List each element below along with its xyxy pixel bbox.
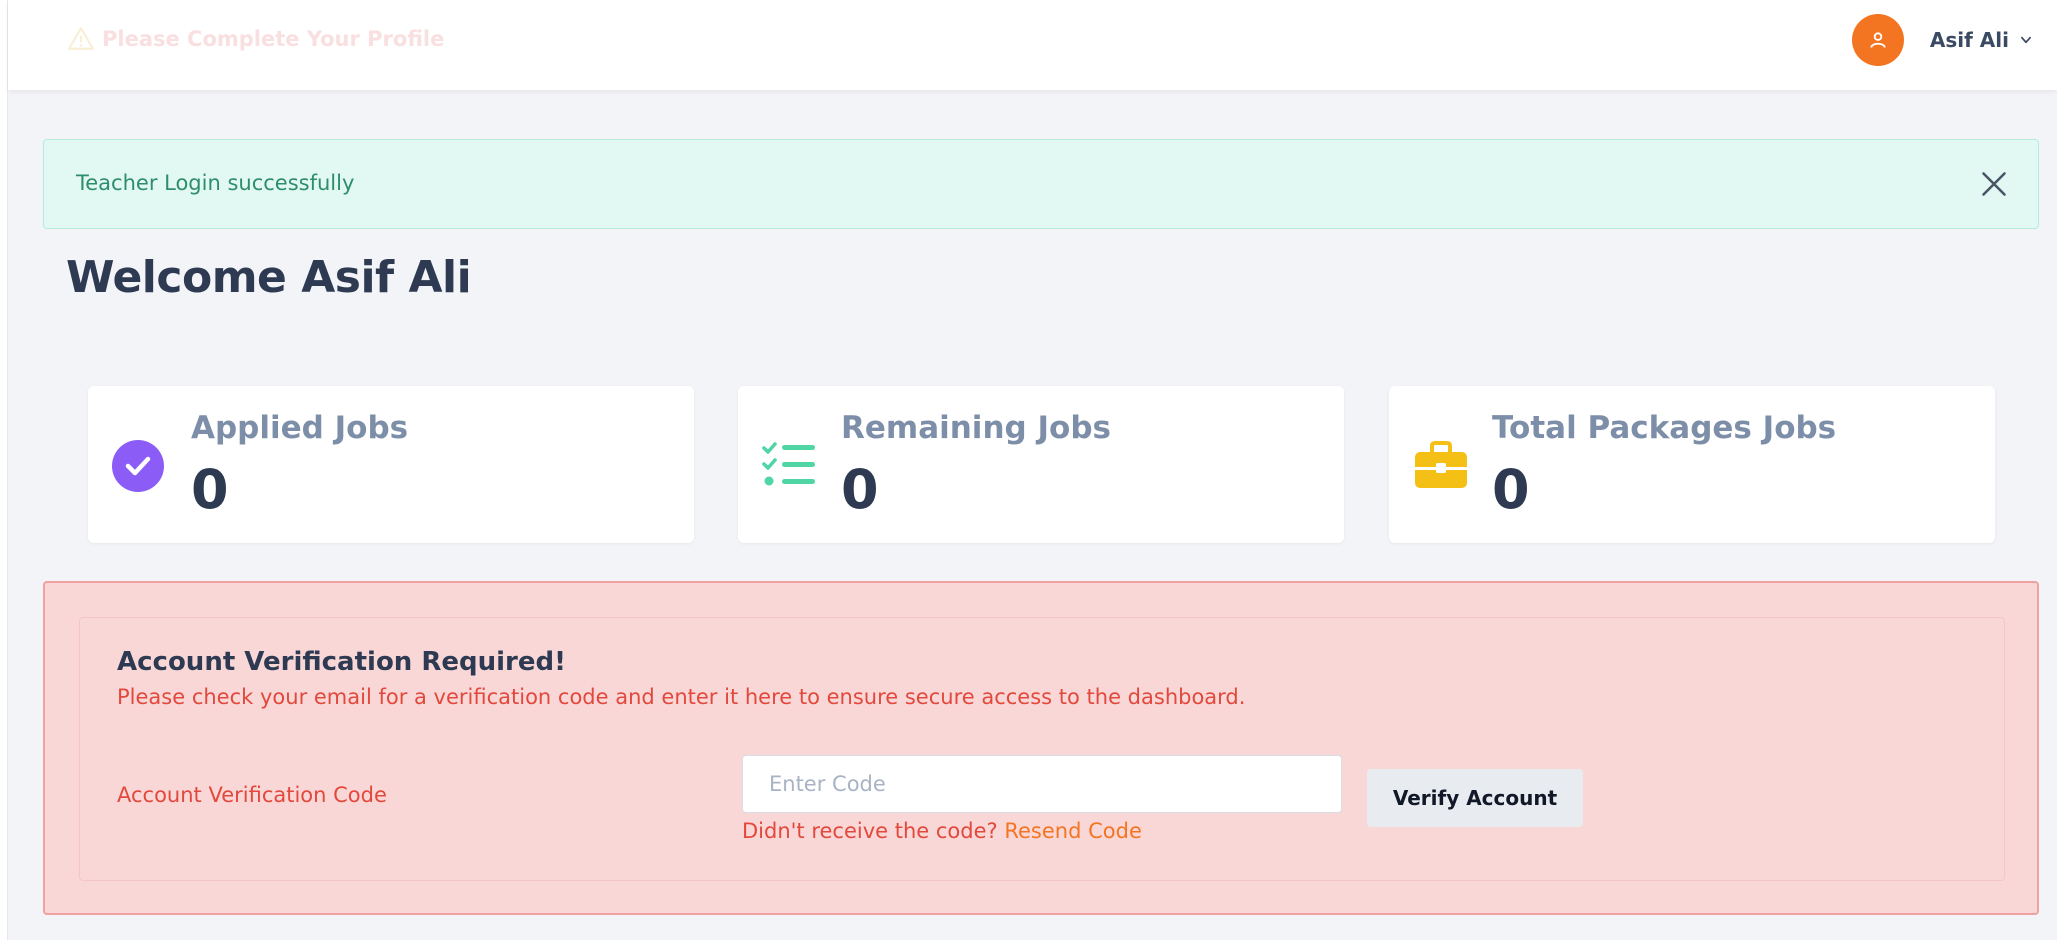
close-icon[interactable] bbox=[1980, 170, 2008, 198]
verification-code-label: Account Verification Code bbox=[117, 783, 387, 807]
check-circle-icon bbox=[112, 440, 164, 492]
verification-title: Account Verification Required! bbox=[117, 647, 566, 677]
account-verification-panel: Account Verification Required! Please ch… bbox=[43, 581, 2039, 915]
sidebar-edge bbox=[0, 0, 8, 940]
resend-code-link[interactable]: Resend Code bbox=[1004, 819, 1142, 843]
stat-card-remaining-jobs: Remaining Jobs 0 bbox=[738, 386, 1344, 543]
verification-description: Please check your email for a verificati… bbox=[117, 685, 1246, 709]
stat-value: 0 bbox=[1492, 458, 1530, 521]
warning-icon bbox=[68, 27, 94, 50]
stat-title: Applied Jobs bbox=[191, 410, 409, 446]
stat-value: 0 bbox=[841, 458, 879, 521]
alert-message: Teacher Login successfully bbox=[76, 171, 355, 195]
stat-title: Total Packages Jobs bbox=[1492, 410, 1837, 446]
page-title: Welcome Asif Ali bbox=[66, 252, 472, 303]
verification-code-input[interactable] bbox=[742, 755, 1342, 813]
chevron-down-icon bbox=[2021, 36, 2031, 44]
user-menu[interactable]: Asif Ali bbox=[1851, 14, 2033, 66]
verify-account-button[interactable]: Verify Account bbox=[1367, 769, 1583, 827]
briefcase-icon bbox=[1415, 441, 1467, 488]
stat-value: 0 bbox=[191, 458, 229, 521]
login-success-alert: Teacher Login successfully bbox=[43, 139, 2039, 229]
top-navbar: Please Complete Your Profile Asif Ali bbox=[8, 0, 2057, 90]
stat-title: Remaining Jobs bbox=[841, 410, 1111, 446]
user-dropdown[interactable]: Asif Ali bbox=[1930, 28, 2033, 52]
profile-warning[interactable]: Please Complete Your Profile bbox=[68, 26, 444, 52]
not-received-text: Didn't receive the code? bbox=[742, 819, 998, 843]
resend-line: Didn't receive the code? Resend Code bbox=[742, 819, 1142, 843]
user-icon bbox=[1870, 32, 1886, 48]
user-name: Asif Ali bbox=[1929, 28, 2009, 52]
stat-card-total-packages-jobs: Total Packages Jobs 0 bbox=[1389, 386, 1995, 543]
stat-card-applied-jobs: Applied Jobs 0 bbox=[88, 386, 694, 543]
avatar[interactable] bbox=[1851, 14, 1904, 66]
profile-warning-label: Please Complete Your Profile bbox=[102, 27, 445, 51]
checklist-icon bbox=[762, 442, 815, 486]
